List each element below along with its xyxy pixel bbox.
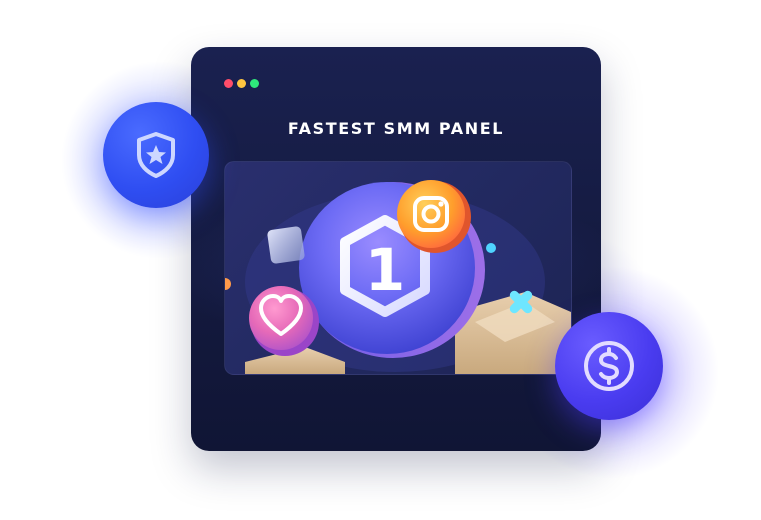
shield-badge (103, 102, 209, 208)
hero-image: 1 (224, 161, 572, 375)
glass-cube (267, 226, 305, 264)
cyan-dot (486, 243, 496, 253)
coin-number: 1 (365, 236, 405, 304)
hero-illustration: 1 (225, 180, 571, 374)
dollar-badge (555, 312, 663, 420)
maximize-dot[interactable] (250, 79, 259, 88)
minimize-dot[interactable] (237, 79, 246, 88)
dollar-icon (584, 341, 634, 391)
page-title: FASTEST SMM PANEL (287, 119, 505, 138)
app-window: FASTEST SMM PANEL 1 (191, 47, 601, 451)
orange-dot (225, 278, 231, 290)
shield-star-icon (137, 132, 175, 178)
window-controls (224, 79, 259, 88)
close-dot[interactable] (224, 79, 233, 88)
